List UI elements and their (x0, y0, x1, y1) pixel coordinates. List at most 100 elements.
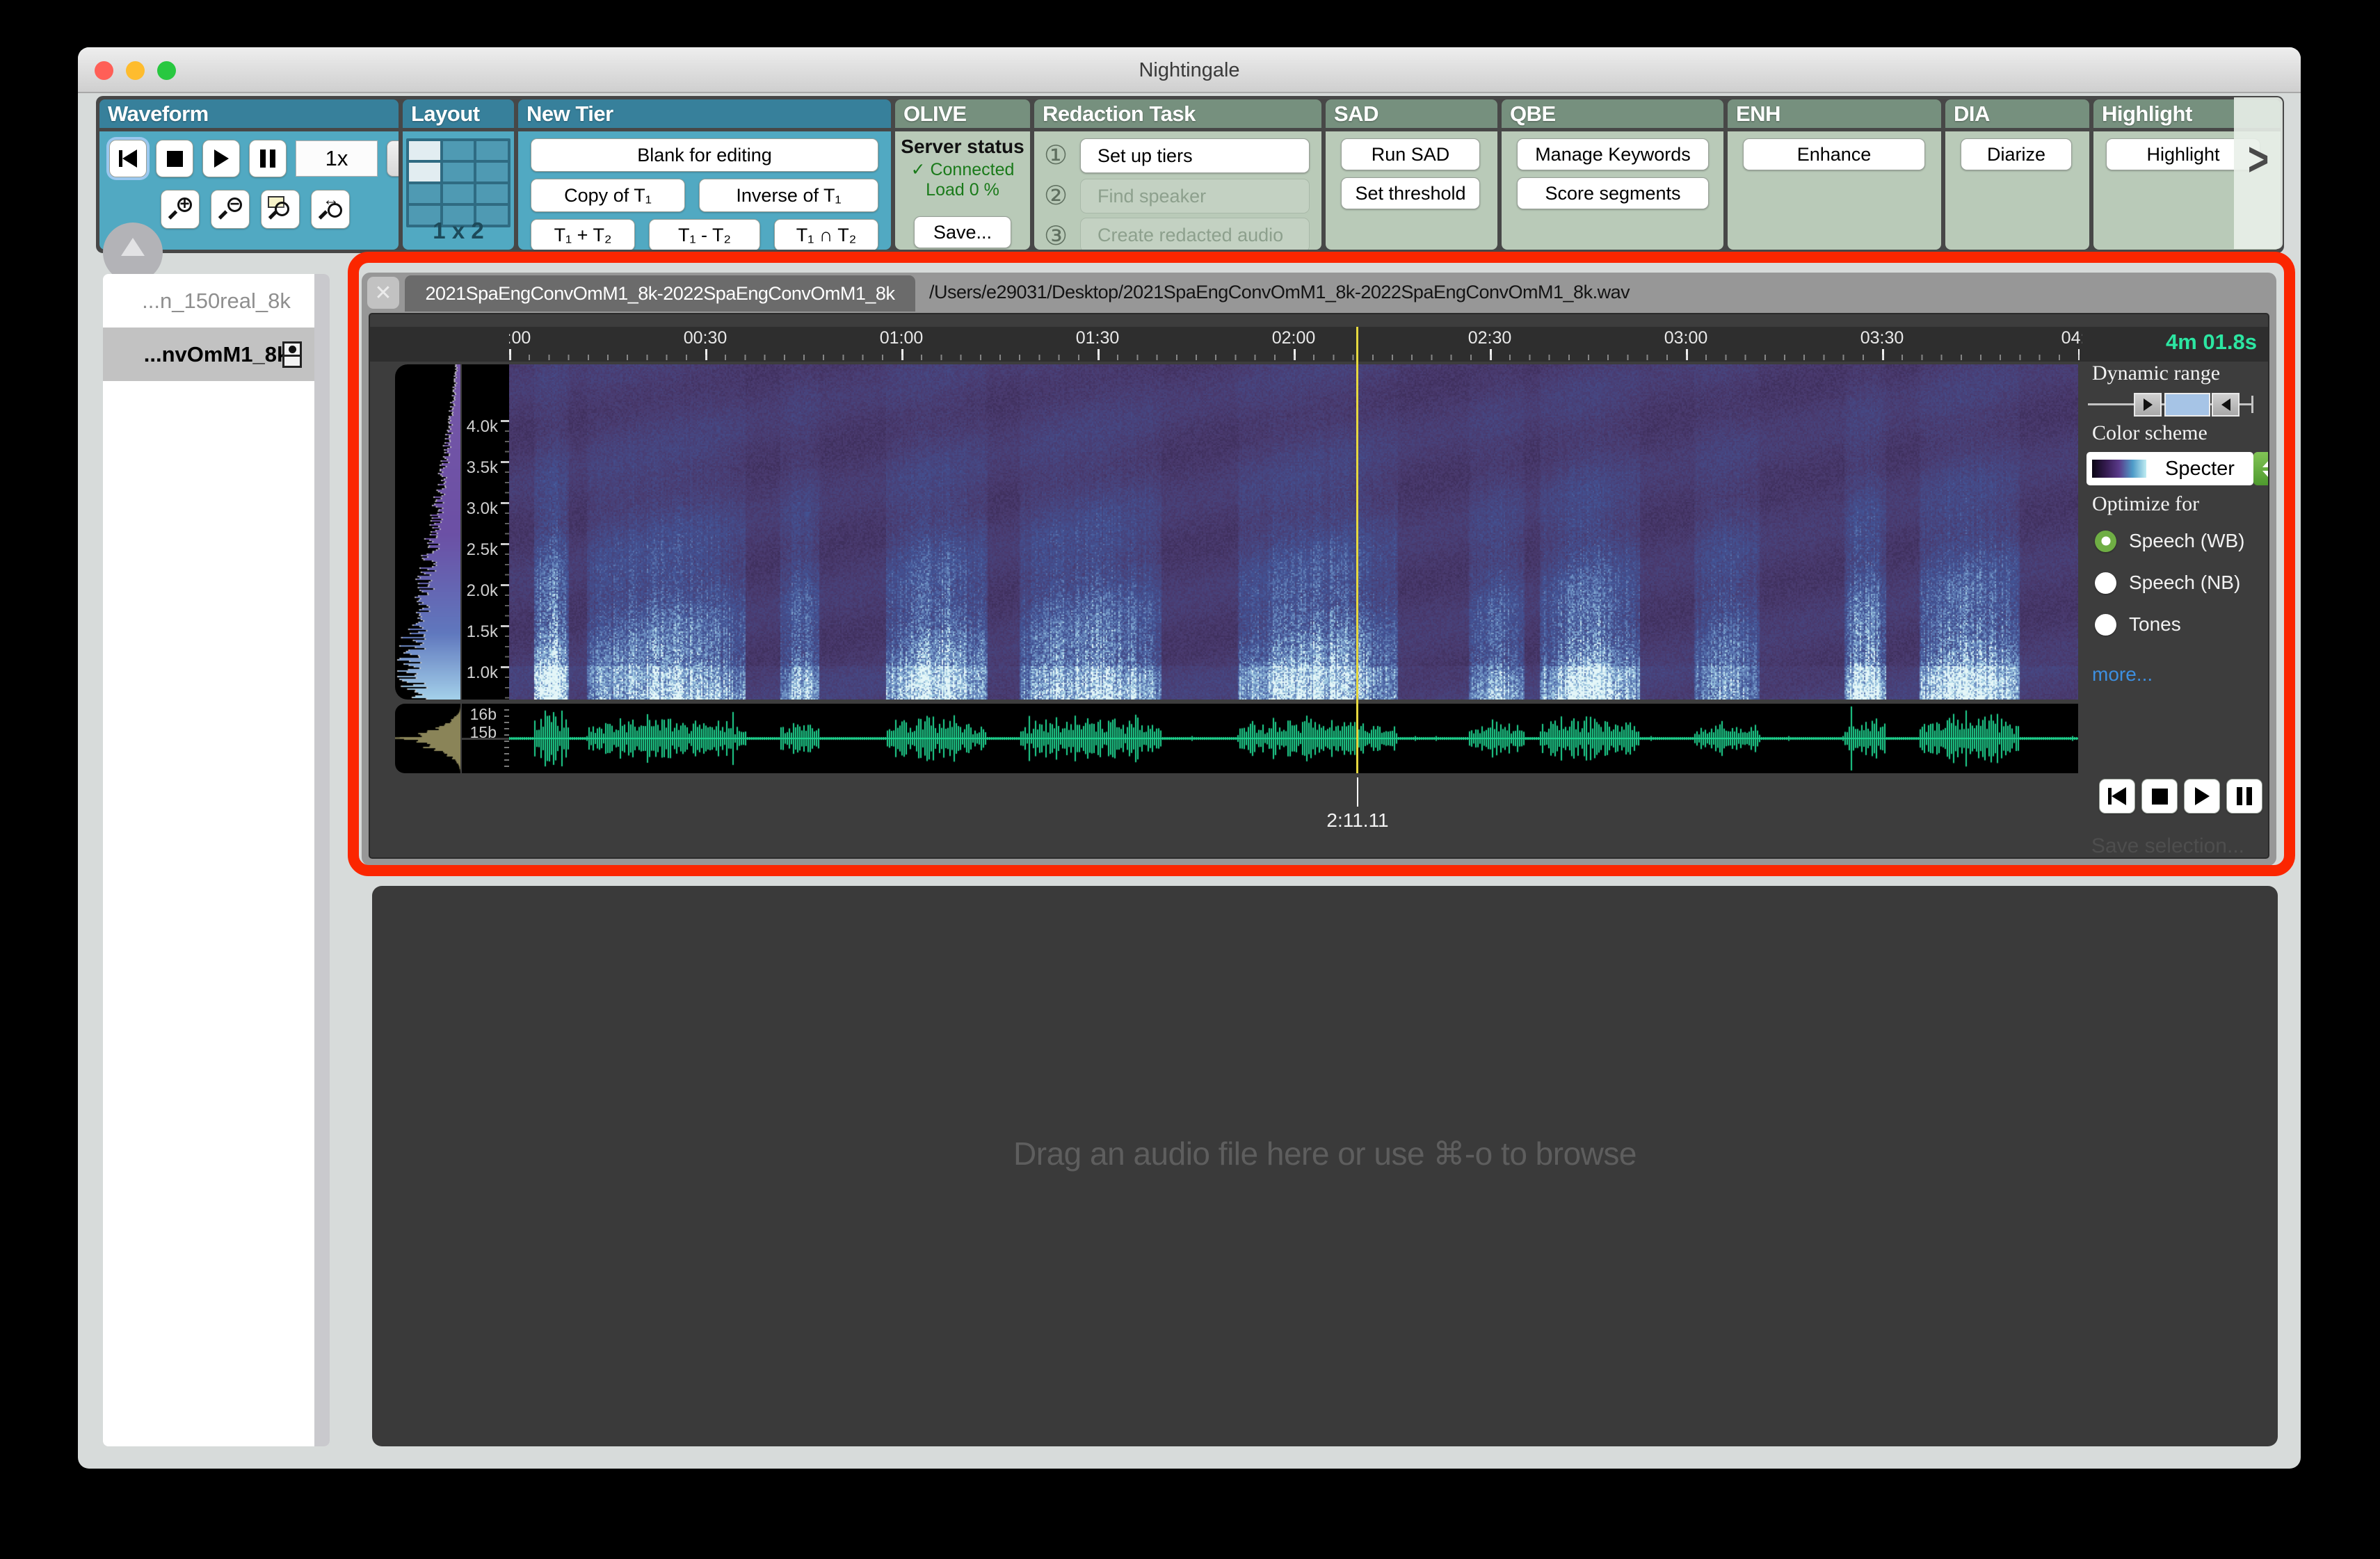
freq-label: 2.5k (462, 540, 498, 560)
set-up-tiers-button[interactable]: Set up tiers (1080, 138, 1310, 173)
bit-axis-divider (462, 738, 509, 740)
file-list-item[interactable]: ...n_150real_8k (103, 274, 330, 328)
zoom-out-button[interactable]: − (211, 190, 250, 229)
enhance-button[interactable]: Enhance (1743, 138, 1925, 170)
diarize-button[interactable]: Diarize (1961, 138, 2072, 170)
panel-dia: DIA Diarize (1945, 99, 2089, 250)
toolbar-overflow-chevron-icon[interactable]: > (2248, 133, 2269, 187)
zoom-fit-width-icon: ↔ (319, 197, 342, 221)
frequency-axis: 4.0k 3.5k 3.0k 2.5k 2.0k 1.5k 1.0k 500 (462, 364, 509, 700)
skip-start-icon-triangle (122, 150, 137, 168)
panel-olive-title: OLIVE (895, 99, 1030, 131)
panel-olive: OLIVE Server status ✓ Connected Load 0 %… (895, 99, 1030, 250)
freq-label: 4.0k (462, 417, 498, 437)
radio-2[interactable] (2095, 614, 2116, 636)
play-button[interactable] (202, 140, 240, 177)
save-button[interactable]: Save... (914, 216, 1011, 248)
viewer-pause-button[interactable] (2226, 779, 2262, 814)
ruler-tick-label: 03:30 (1860, 328, 1904, 348)
t1-intersect-t2-button[interactable]: T₁ ∩ T₂ (774, 219, 878, 250)
freq-label: 3.0k (462, 499, 498, 519)
playback-speed-input[interactable]: 1x (296, 140, 378, 177)
panel-redaction-task: Redaction Task ① Set up tiers ② Find spe… (1034, 99, 1321, 250)
set-threshold-button[interactable]: Set threshold (1341, 177, 1480, 209)
scroll-up-icon (121, 238, 145, 256)
app-window: Nightingale Waveform (78, 47, 2301, 1469)
display-controls: Dynamic range Color scheme Specter Optim… (2085, 362, 2269, 700)
color-scheme-label: Color scheme (2092, 421, 2208, 445)
play-icon (214, 150, 229, 168)
pause-icon (260, 150, 275, 168)
panel-qbe: QBE Manage Keywords Score segments (1502, 99, 1723, 250)
zoom-fit-width-button[interactable]: ↔ (311, 190, 350, 229)
slider-end-tick (2251, 396, 2253, 413)
zoom-selection-button[interactable] (261, 190, 300, 229)
ruler-tick-label: 01:00 (880, 328, 924, 348)
drop-hint-text: Drag an audio file here or use ⌘-o to br… (372, 1135, 2278, 1172)
cursor-tick (1357, 777, 1358, 807)
panel-enh-title: ENH (1728, 99, 1941, 131)
stop-button[interactable] (156, 140, 193, 177)
ruler-tick-label: 00:30 (684, 328, 727, 348)
radio-row-speech-nb[interactable]: Speech (NB) (2095, 567, 2240, 598)
audio-tab[interactable]: 2021SpaEngConvOmM1_8k-2022SpaEngConvOmM1… (405, 275, 915, 312)
dynamic-range-max-handle[interactable] (2212, 393, 2240, 417)
copy-of-t1-button[interactable]: Copy of T₁ (531, 179, 685, 212)
radio-0[interactable] (2095, 531, 2116, 552)
dynamic-range-window[interactable] (2164, 393, 2210, 417)
layout-grid-picker[interactable] (406, 138, 510, 227)
waveform[interactable] (509, 704, 2078, 773)
tab-close-button[interactable]: ✕ (367, 277, 399, 309)
panel-enh: ENH Enhance (1728, 99, 1941, 250)
viewer-stop-button[interactable] (2141, 779, 2178, 814)
select-stepper-icon[interactable] (2253, 452, 2269, 485)
radio-row-speech-wb[interactable]: Speech (WB) (2095, 526, 2245, 556)
file-list-item-selected[interactable]: ...nvOmM1_8k (103, 328, 330, 381)
close-icon: ✕ (374, 281, 392, 305)
audio-viewer: 00:00 00:30 01:00 01:30 02:00 02:30 03:0… (369, 313, 2269, 859)
cursor-time-label: 2:11.11 (1326, 809, 1388, 832)
inverse-of-t1-button[interactable]: Inverse of T₁ (699, 179, 878, 212)
toolbar-overflow-strip[interactable]: > (2234, 97, 2283, 249)
manage-keywords-button[interactable]: Manage Keywords (1517, 138, 1709, 170)
zoom-in-button[interactable]: + (161, 190, 200, 229)
playhead-cursor[interactable] (1356, 327, 1358, 773)
panel-layout: Layout 1 x 2 (403, 99, 514, 250)
skip-start-icon-triangle (2112, 787, 2126, 805)
open-in-view-icon (282, 341, 302, 368)
run-sad-button[interactable]: Run SAD (1341, 138, 1480, 170)
toolbar: Waveform 1x (96, 96, 2284, 253)
dynamic-range-slider[interactable] (2088, 392, 2262, 417)
panel-waveform-title: Waveform (99, 99, 399, 131)
ruler-tick-label: 02:30 (1468, 328, 1512, 348)
spectrogram[interactable] (509, 364, 2078, 700)
skip-start-button[interactable] (109, 140, 147, 177)
zoom-out-icon: − (218, 197, 242, 221)
viewer-skip-start-button[interactable] (2099, 779, 2135, 814)
fit-vertical-button[interactable]: ↕ (387, 140, 399, 177)
radio-row-tones[interactable]: Tones (2095, 609, 2181, 640)
server-connected-status: ✓ Connected (895, 159, 1030, 180)
pause-icon (2237, 787, 2252, 805)
blank-for-editing-button[interactable]: Blank for editing (531, 138, 878, 172)
time-ruler-labels: 00:00 00:30 01:00 01:30 02:00 02:30 03:0… (509, 328, 2082, 350)
screen: Nightingale Waveform (0, 0, 2380, 1559)
dynamic-range-min-handle[interactable] (2134, 393, 2162, 417)
file-list-scrollbar[interactable] (314, 274, 330, 1446)
file-name: ...nvOmM1_8k (144, 342, 289, 367)
title-bar[interactable]: Nightingale (78, 47, 2301, 93)
score-segments-button[interactable]: Score segments (1517, 177, 1709, 209)
pause-button[interactable] (249, 140, 287, 177)
step-1-badge: ① (1044, 140, 1068, 171)
more-options-link[interactable]: more... (2092, 663, 2153, 686)
audio-drop-area[interactable]: Drag an audio file here or use ⌘-o to br… (372, 886, 2278, 1446)
radio-1[interactable] (2095, 572, 2116, 594)
panel-sad: SAD Run SAD Set threshold (1326, 99, 1497, 250)
t1-minus-t2-button[interactable]: T₁ - T₂ (649, 219, 760, 250)
panel-redaction-title: Redaction Task (1034, 99, 1321, 131)
color-scheme-select[interactable]: Specter (2086, 452, 2253, 485)
zoom-selection-icon (268, 197, 292, 221)
t1-plus-t2-button[interactable]: T₁ + T₂ (531, 219, 635, 250)
file-path: /Users/e29031/Desktop/2021SpaEngConvOmM1… (929, 282, 1630, 303)
viewer-play-button[interactable] (2184, 779, 2220, 814)
